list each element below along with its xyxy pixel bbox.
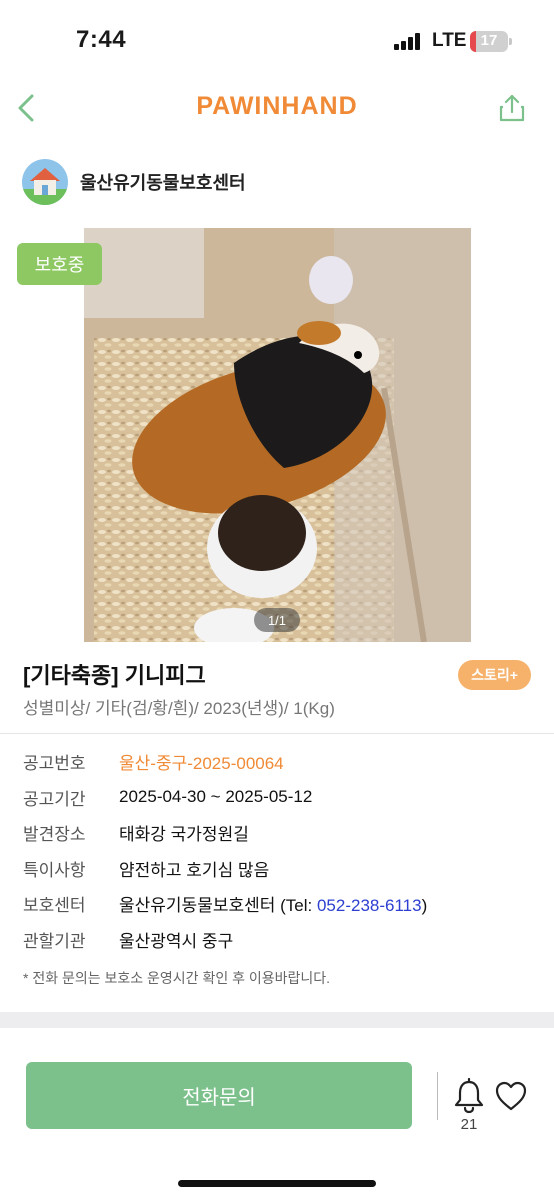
share-icon xyxy=(499,94,525,122)
notification-button[interactable] xyxy=(453,1077,485,1114)
info-label: 보호센터 xyxy=(23,896,86,916)
notice-period: 2025-04-30 ~ 2025-05-12 xyxy=(119,787,313,807)
house-icon xyxy=(22,168,68,205)
network-type: LTE xyxy=(432,30,467,51)
shelter-name: 울산유기동물보호센터 xyxy=(80,173,246,193)
call-notice: * 전화 문의는 보호소 운영시간 확인 후 이용바랍니다. xyxy=(23,970,331,986)
animal-photo[interactable] xyxy=(84,228,471,642)
shelter-header[interactable]: 울산유기동물보호센터 xyxy=(22,158,246,206)
jurisdiction: 울산광역시 중구 xyxy=(119,931,234,951)
info-row-notice-no: 공고번호 울산-중구-2025-00064 xyxy=(23,744,533,780)
status-bar: 7:44 LTE 17 xyxy=(0,0,554,78)
info-row-jurisdiction: 관할기관 울산광역시 중구 xyxy=(23,922,533,958)
animal-title: [기타축종] 기니피그 xyxy=(23,663,206,688)
favorite-button[interactable] xyxy=(494,1080,528,1112)
info-label: 공고기간 xyxy=(23,789,86,809)
heart-icon xyxy=(495,1081,527,1111)
app-title: PAWINHAND xyxy=(196,92,358,120)
info-table: 공고번호 울산-중구-2025-00064 공고기간 2025-04-30 ~ … xyxy=(23,744,533,957)
section-separator xyxy=(0,1012,554,1028)
info-label: 특이사항 xyxy=(23,860,86,880)
home-indicator xyxy=(178,1180,376,1187)
share-button[interactable] xyxy=(494,88,530,128)
status-time: 7:44 xyxy=(76,26,127,53)
battery-icon: 17 xyxy=(470,31,508,52)
found-place: 태화강 국가정원길 xyxy=(119,825,249,845)
info-row-found-place: 발견장소 태화강 국가정원길 xyxy=(23,815,533,851)
bell-icon xyxy=(454,1077,484,1114)
battery-level: 17 xyxy=(480,32,498,49)
notification-count: 21 xyxy=(460,1116,478,1133)
tel-prefix: (Tel: xyxy=(275,896,317,916)
info-row-notice-period: 공고기간 2025-04-30 ~ 2025-05-12 xyxy=(23,780,533,816)
special-notes: 얌전하고 호기심 많음 xyxy=(119,860,270,880)
shelter-avatar xyxy=(22,159,68,205)
notice-number: 울산-중구-2025-00064 xyxy=(119,754,284,774)
animal-summary: 성별미상/ 기타(검/황/흰)/ 2023(년생)/ 1(Kg) xyxy=(23,699,335,718)
divider xyxy=(0,733,554,734)
battery-cap xyxy=(509,38,512,45)
info-row-shelter: 보호센터 울산유기동물보호센터 (Tel: 052-238-6113) xyxy=(23,886,533,922)
call-button[interactable]: 전화문의 xyxy=(26,1062,412,1129)
info-label: 발견장소 xyxy=(23,825,86,845)
story-button[interactable]: 스토리+ xyxy=(458,660,531,690)
page-indicator: 1/1 xyxy=(254,608,300,632)
status-badge: 보호중 xyxy=(17,243,102,285)
info-label: 공고번호 xyxy=(23,754,86,774)
signal-icon xyxy=(394,32,424,50)
guinea-pig-illustration xyxy=(84,228,471,642)
divider xyxy=(437,1072,438,1120)
shelter-info-name: 울산유기동물보호센터 xyxy=(119,896,276,916)
tel-suffix: ) xyxy=(421,896,428,916)
info-label: 관할기관 xyxy=(23,931,86,951)
phone-link[interactable]: 052-238-6113 xyxy=(317,896,422,915)
shelter-info: 울산유기동물보호센터 (Tel: 052-238-6113) xyxy=(119,891,427,916)
info-row-special-notes: 특이사항 얌전하고 호기심 많음 xyxy=(23,851,533,887)
